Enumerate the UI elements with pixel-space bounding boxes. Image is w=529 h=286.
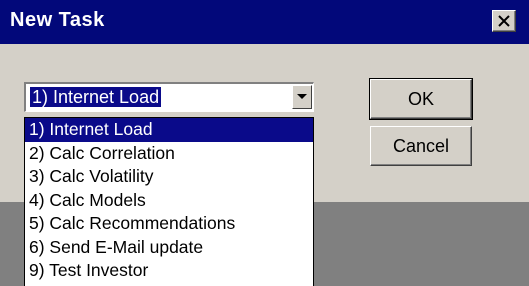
dropdown-option-test-investor[interactable]: 9) Test Investor (25, 259, 313, 283)
dropdown-arrow-button[interactable] (292, 85, 312, 109)
close-icon (498, 15, 510, 27)
task-select[interactable]: 1) Internet Load (24, 82, 314, 112)
dropdown-option-calc-models[interactable]: 4) Calc Models (25, 189, 313, 213)
cancel-button[interactable]: Cancel (370, 126, 472, 166)
dropdown-option-calc-volatility[interactable]: 3) Calc Volatility (25, 165, 313, 189)
title-bar[interactable]: New Task (0, 0, 529, 44)
dropdown-option-internet-load[interactable]: 1) Internet Load (25, 118, 313, 142)
task-select-value: 1) Internet Load (30, 87, 162, 107)
chevron-down-icon (297, 94, 307, 99)
dropdown-option-send-email-update[interactable]: 6) Send E-Mail update (25, 236, 313, 260)
ok-button[interactable]: OK (369, 78, 473, 120)
close-button[interactable] (492, 10, 516, 32)
dropdown-option-calc-correlation[interactable]: 2) Calc Correlation (25, 142, 313, 166)
new-task-dialog: New Task 1) Internet Load 1) Internet Lo… (0, 0, 529, 286)
dropdown-option-calc-recommendations[interactable]: 5) Calc Recommendations (25, 212, 313, 236)
window-title: New Task (10, 9, 105, 31)
task-dropdown-list: 1) Internet Load 2) Calc Correlation 3) … (24, 117, 314, 286)
